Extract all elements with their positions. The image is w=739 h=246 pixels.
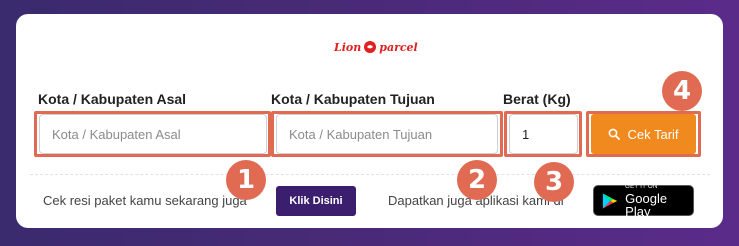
lion-parcel-logo: Lion parcel bbox=[334, 38, 418, 56]
annotation-badge-3: 3 bbox=[534, 162, 574, 202]
annotation-badge-4: 4 bbox=[662, 71, 702, 111]
google-play-icon bbox=[602, 192, 618, 209]
annotation-badge-2: 2 bbox=[457, 160, 497, 200]
logo-text-parcel: parcel bbox=[379, 40, 418, 54]
lion-icon bbox=[364, 41, 377, 53]
origin-label: Kota / Kabupaten Asal bbox=[38, 91, 187, 107]
weight-input[interactable] bbox=[509, 114, 578, 154]
destination-label: Kota / Kabupaten Tujuan bbox=[271, 91, 435, 107]
destination-input[interactable] bbox=[276, 114, 498, 154]
store-big-text: Google Play bbox=[625, 190, 668, 219]
origin-input[interactable] bbox=[39, 114, 267, 154]
google-play-badge[interactable]: GET IT ON Google Play bbox=[593, 183, 694, 219]
resi-text: Cek resi paket kamu sekarang juga bbox=[43, 193, 247, 208]
cek-tarif-button[interactable]: Cek Tarif bbox=[591, 114, 696, 154]
store-small-text: GET IT ON bbox=[625, 183, 658, 190]
cek-tarif-label: Cek Tarif bbox=[627, 126, 679, 142]
divider bbox=[30, 174, 710, 175]
search-icon bbox=[609, 128, 621, 140]
annotation-badge-1: 1 bbox=[226, 160, 266, 200]
weight-label: Berat (Kg) bbox=[503, 91, 571, 107]
klik-disini-button[interactable]: Klik Disini bbox=[276, 186, 356, 216]
logo-text-lion: Lion bbox=[334, 40, 362, 54]
